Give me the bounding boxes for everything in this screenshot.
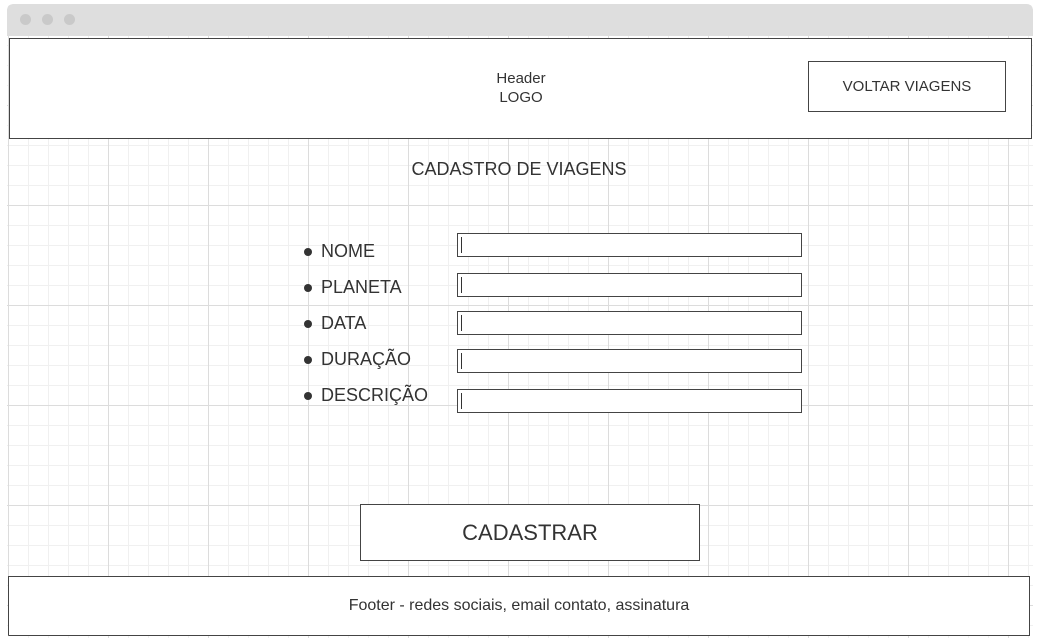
text-caret: [461, 315, 462, 331]
nome-input[interactable]: [457, 233, 802, 257]
data-input[interactable]: [457, 311, 802, 335]
page-footer: Footer - redes sociais, email contato, a…: [8, 576, 1030, 636]
logo[interactable]: LOGO: [480, 88, 562, 107]
bullet-icon: [304, 284, 312, 292]
text-caret: [461, 237, 462, 253]
page-title: CADASTRO DE VIAGENS: [411, 159, 627, 179]
footer-text: Footer - redes sociais, email contato, a…: [348, 597, 690, 614]
bullet-icon: [304, 320, 312, 328]
field-label-duracao: DURAÇÃO: [321, 349, 412, 369]
header-title: Header: [496, 70, 546, 87]
page-header: Header LOGO VOLTAR VIAGENS: [9, 38, 1032, 139]
text-caret: [461, 353, 462, 369]
header-branding: Header LOGO: [480, 69, 562, 107]
browser-window: Header LOGO VOLTAR VIAGENS CADASTRO DE V…: [7, 4, 1033, 638]
duracao-input[interactable]: [457, 349, 802, 373]
minimize-dot-icon[interactable]: [42, 14, 53, 25]
maximize-dot-icon[interactable]: [64, 14, 75, 25]
field-label-descricao: DESCRIÇÃO: [321, 385, 429, 405]
field-label-data: DATA: [321, 313, 367, 333]
bullet-icon: [304, 392, 312, 400]
planeta-input[interactable]: [457, 273, 802, 297]
text-caret: [461, 277, 462, 293]
bullet-icon: [304, 356, 312, 364]
field-label-planeta: PLANETA: [321, 277, 402, 297]
bullet-icon: [304, 248, 312, 256]
close-dot-icon[interactable]: [20, 14, 31, 25]
field-label-nome: NOME: [321, 241, 375, 261]
window-titlebar: [7, 4, 1033, 36]
submit-button[interactable]: CADASTRAR: [360, 504, 700, 561]
descricao-input[interactable]: [457, 389, 802, 413]
back-to-trips-button[interactable]: VOLTAR VIAGENS: [808, 61, 1006, 112]
text-caret: [461, 393, 462, 409]
